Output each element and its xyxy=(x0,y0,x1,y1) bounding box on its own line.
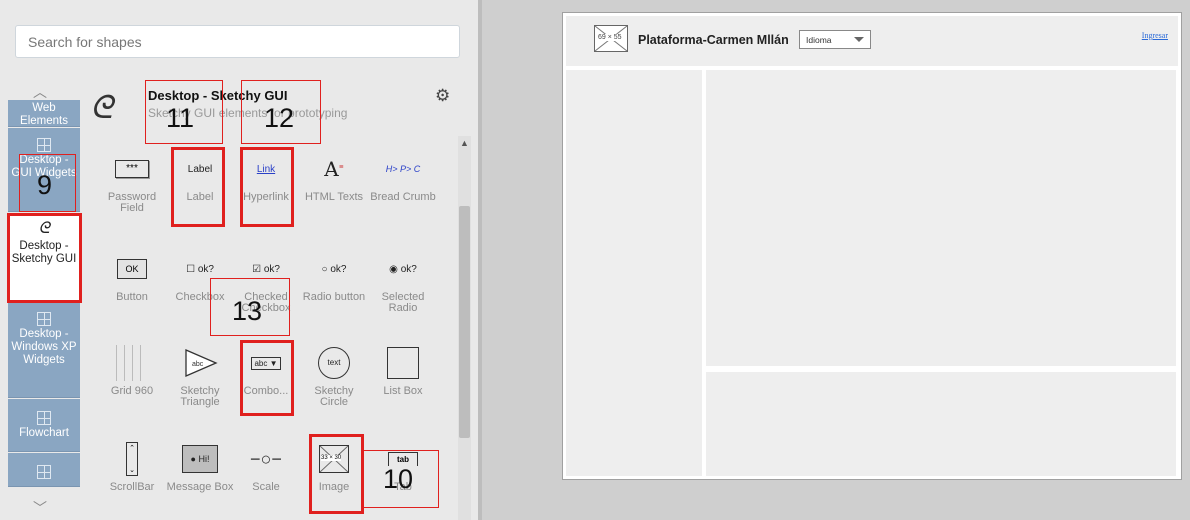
shape-label: List Box xyxy=(383,385,423,397)
grid-icon xyxy=(37,465,51,479)
category-windows-xp[interactable]: Desktop - Windows XP Widgets xyxy=(8,302,80,398)
annotation-number: 13 xyxy=(232,296,263,326)
checkbox-text: ok? xyxy=(263,263,280,275)
button-icon: OK xyxy=(117,259,147,279)
scrollbar-icon: ⌃ ⌄ xyxy=(126,442,138,476)
annotation-number: 9 xyxy=(37,170,53,200)
password-field-icon: *** xyxy=(115,160,149,178)
shape-password-field[interactable]: *** Password Field xyxy=(97,146,167,214)
login-link[interactable]: Ingresar xyxy=(1142,31,1168,40)
annotation-number: 11 xyxy=(166,103,195,133)
shape-message-box[interactable]: ● Hi! Message Box xyxy=(165,436,235,493)
shapes-panel: ︿ Web Elements Desktop - GUI Widgets ᘓ D… xyxy=(0,0,478,520)
list-box-icon xyxy=(387,347,419,379)
shape-sketchy-circle[interactable]: text Sketchy Circle xyxy=(299,340,369,408)
shape-sketchy-triangle[interactable]: abc Sketchy Triangle xyxy=(165,340,235,408)
shape-label: ScrollBar xyxy=(109,481,155,493)
language-select[interactable]: Idioma xyxy=(799,30,871,49)
scroll-up-arrow[interactable]: ▲ xyxy=(458,136,471,150)
triangle-icon: abc xyxy=(185,349,218,377)
circle-icon: text xyxy=(318,347,350,379)
scrollbar-thumb[interactable] xyxy=(459,206,470,438)
message-box-icon: ● Hi! xyxy=(182,445,218,473)
shape-list-box[interactable]: List Box xyxy=(368,340,438,397)
shape-bread-crumb[interactable]: H> P> C Bread Crumb xyxy=(368,146,438,203)
chevron-down-icon[interactable]: ﹀ xyxy=(0,498,80,518)
shape-selected-radio[interactable]: ◉ ok? Selected Radio xyxy=(368,246,438,314)
shape-label: Sketchy Circle xyxy=(314,385,354,408)
wireframe-page[interactable]: 69 × 55 Plataforma-Carmen Mllán Idioma I… xyxy=(562,12,1182,480)
radio-icon: ○ ok? xyxy=(321,263,347,275)
shape-label: Selected Radio xyxy=(381,291,425,314)
dropdown-arrow-icon xyxy=(854,37,864,42)
category-label: Flowchart xyxy=(19,427,69,439)
shape-button[interactable]: OK Button xyxy=(97,246,167,303)
message-text: Hi! xyxy=(198,454,210,464)
radio-text: ok? xyxy=(330,263,347,275)
grid-icon xyxy=(37,138,51,152)
wireframe-sidebar-block[interactable] xyxy=(566,70,702,476)
wireframe-header[interactable]: 69 × 55 Plataforma-Carmen Mllán Idioma I… xyxy=(566,16,1178,66)
wireframe-footer-block[interactable] xyxy=(706,372,1176,476)
category-web-elements[interactable]: Web Elements xyxy=(8,100,80,127)
grid-icon xyxy=(37,312,51,326)
search-input[interactable] xyxy=(15,25,460,58)
html-text-icon: A≡ xyxy=(324,157,344,181)
shape-label: Bread Crumb xyxy=(370,191,436,203)
app-window: ︿ Web Elements Desktop - GUI Widgets ᘓ D… xyxy=(0,0,1190,520)
gear-icon[interactable]: ⚙ xyxy=(435,86,450,106)
annotation-box xyxy=(240,340,294,416)
shape-label: Message Box xyxy=(166,481,234,493)
image-size-text: 69 × 55 xyxy=(598,34,622,41)
category-flowchart[interactable]: Flowchart xyxy=(8,399,80,452)
category-label: Desktop - Windows XP Widgets xyxy=(11,328,77,366)
shape-grid-960[interactable]: Grid 960 xyxy=(97,340,167,397)
shape-radio-button[interactable]: ○ ok? Radio button xyxy=(299,246,369,303)
checkbox-icon: ☐ ok? xyxy=(186,263,214,275)
breadcrumb-icon: H> P> C xyxy=(385,164,421,174)
shape-label: Button xyxy=(116,291,148,303)
shape-label: Scale xyxy=(252,481,280,493)
checked-checkbox-icon: ☑ ok? xyxy=(252,263,280,275)
shape-label: Grid 960 xyxy=(110,385,154,397)
site-title[interactable]: Plataforma-Carmen Mllán xyxy=(638,33,789,47)
shape-scale[interactable]: −○− Scale xyxy=(231,436,301,493)
annotation-box xyxy=(7,213,82,303)
annotation-number: 12 xyxy=(264,103,295,133)
shape-html-texts[interactable]: A≡ HTML Texts xyxy=(299,146,369,203)
annotation-box xyxy=(240,147,294,227)
radio-text: ok? xyxy=(400,263,417,275)
selected-radio-icon: ◉ ok? xyxy=(389,263,417,275)
shape-scrollbar[interactable]: ⌃ ⌄ ScrollBar xyxy=(97,436,167,493)
grid-960-icon xyxy=(116,345,148,381)
triangle-text: abc xyxy=(192,361,204,368)
sketchy-logo-icon: ᘓ xyxy=(90,88,113,126)
scale-icon: −○− xyxy=(250,448,282,469)
shape-label: Password Field xyxy=(107,191,157,214)
grid-icon xyxy=(37,411,51,425)
annotation-number: 10 xyxy=(383,464,414,494)
checkbox-text: ok? xyxy=(197,263,214,275)
wireframe-main-block[interactable] xyxy=(706,70,1176,366)
category-label: Web Elements xyxy=(20,102,68,127)
shape-label: Sketchy Triangle xyxy=(180,385,220,408)
shape-label: HTML Texts xyxy=(304,191,364,203)
shape-label: Radio button xyxy=(302,291,366,303)
chevron-up-icon[interactable]: ︿ xyxy=(0,82,80,102)
image-placeholder-icon[interactable]: 69 × 55 xyxy=(594,25,628,52)
category-more[interactable] xyxy=(8,453,80,487)
annotation-box xyxy=(309,434,364,514)
annotation-box xyxy=(171,147,225,227)
language-select-value: Idioma xyxy=(806,35,832,45)
